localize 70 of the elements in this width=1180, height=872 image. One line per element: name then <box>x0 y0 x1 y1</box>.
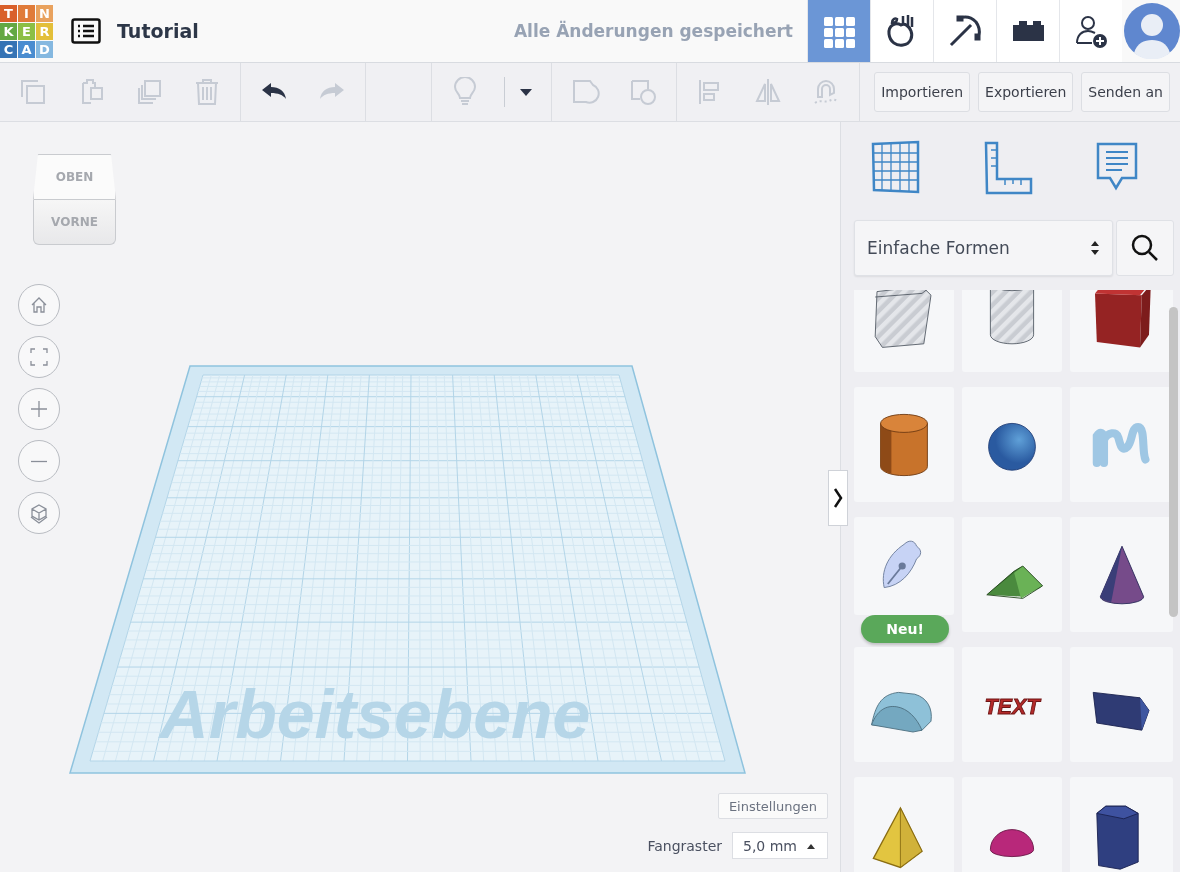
shape-tile[interactable]: TEXT <box>962 647 1062 762</box>
shape-tile[interactable] <box>854 517 954 615</box>
logo-tile: E <box>18 23 35 40</box>
fit-icon <box>28 346 50 368</box>
cylinder-hole-drawing <box>989 290 1035 344</box>
roof-drawing <box>986 565 1044 599</box>
snap-grid-label: Fangraster <box>647 837 722 854</box>
view-mode-tab[interactable] <box>996 0 1059 62</box>
logo-tile: K <box>0 23 17 40</box>
save-status: Alle Änderungen gespeichert <box>513 21 793 41</box>
half-sphere-drawing <box>989 828 1035 857</box>
add-user-icon <box>1073 13 1109 49</box>
chevron-right-icon <box>833 487 843 509</box>
hexagonal-prism-drawing <box>1095 805 1139 870</box>
cylinder-drawing <box>880 413 928 476</box>
list-icon[interactable] <box>71 18 101 44</box>
shape-tile[interactable] <box>962 290 1062 372</box>
caret-up-icon <box>807 842 815 849</box>
shape-tile[interactable] <box>854 777 954 872</box>
shape-tile[interactable] <box>962 517 1062 632</box>
logo-tile: I <box>18 5 35 22</box>
settings-button[interactable]: Einstellungen <box>717 793 828 819</box>
zoom-in-icon <box>28 398 50 420</box>
view-mode-tab[interactable] <box>870 0 933 62</box>
perspective-icon <box>28 502 50 524</box>
pen-nib-drawing <box>882 540 922 589</box>
view-mode-tab[interactable] <box>933 0 996 62</box>
scrollbar-thumb[interactable] <box>1169 307 1178 617</box>
half-cylinder-drawing <box>871 691 932 732</box>
shape-tile[interactable] <box>1070 517 1173 632</box>
search-button[interactable] <box>1116 220 1174 276</box>
fit-button[interactable] <box>18 336 60 378</box>
sphere-drawing <box>988 422 1036 471</box>
logo-tile: T <box>0 5 17 22</box>
home-button[interactable] <box>18 284 60 326</box>
logo-tile: R <box>36 23 53 40</box>
shape-tile[interactable] <box>962 387 1062 502</box>
design-title[interactable]: Tutorial <box>117 20 199 42</box>
toolbar-button[interactable]: Importieren <box>874 72 971 112</box>
shape-tile[interactable] <box>854 290 954 372</box>
cone-drawing <box>1099 545 1144 604</box>
text-shape-label: TEXT <box>984 693 1040 719</box>
snap-grid-select[interactable]: 5,0 mm <box>732 832 828 859</box>
up-down-caret-icon <box>1090 239 1100 257</box>
prism-drawing <box>1092 691 1149 731</box>
zoom-out-button[interactable] <box>18 440 60 482</box>
shape-tile[interactable] <box>1070 647 1173 762</box>
shape-tile[interactable] <box>962 777 1062 872</box>
shape-tile[interactable] <box>854 647 954 762</box>
shape-tile[interactable] <box>1070 290 1173 372</box>
add-user-button[interactable] <box>1059 0 1122 62</box>
shape-tile[interactable] <box>854 387 954 502</box>
scribble-drawing <box>1092 422 1149 467</box>
shape-library-select[interactable]: Einfache Formen <box>854 220 1113 276</box>
new-badge: Neu! <box>861 615 949 643</box>
box-drawing <box>1094 290 1151 347</box>
logo-tile: D <box>36 41 53 58</box>
zoom-in-button[interactable] <box>18 388 60 430</box>
logo-tile: A <box>18 41 35 58</box>
logo-tile: C <box>0 41 17 58</box>
box-hole-drawing <box>874 290 932 348</box>
panel-toggle-button[interactable] <box>828 470 848 526</box>
perspective-button[interactable] <box>18 492 60 534</box>
shape-tile[interactable] <box>1070 777 1173 872</box>
zoom-out-icon <box>31 459 47 463</box>
logo-tile: N <box>36 5 53 22</box>
search-icon <box>1130 233 1160 263</box>
pyramid-drawing <box>872 806 923 868</box>
toolbar-button[interactable]: Exportieren <box>978 72 1074 112</box>
toolbar-button[interactable]: Senden an <box>1081 72 1170 112</box>
